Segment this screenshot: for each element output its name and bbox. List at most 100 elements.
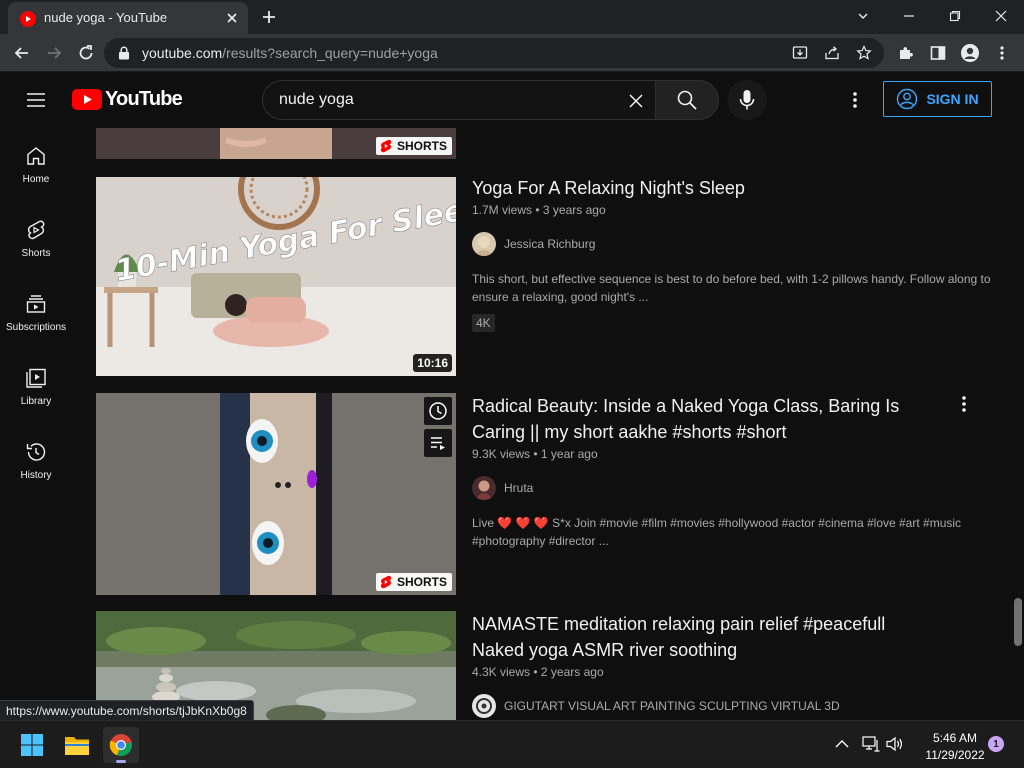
clock-icon <box>429 402 447 420</box>
duration-badge: 10:16 <box>413 354 452 372</box>
restore-icon[interactable] <box>932 0 978 32</box>
guide-item-library[interactable]: Library <box>0 350 72 424</box>
shorts-badge: SHORTS <box>375 573 452 591</box>
microphone-icon <box>739 90 755 110</box>
minimize-icon[interactable] <box>886 0 932 32</box>
channel-avatar[interactable] <box>472 694 496 718</box>
reload-icon[interactable] <box>74 41 98 65</box>
hamburger-menu-icon[interactable] <box>24 88 48 112</box>
history-icon <box>26 443 46 461</box>
guide-item-subscriptions[interactable]: Subscriptions <box>0 276 72 350</box>
shorts-badge-label: SHORTS <box>396 139 447 153</box>
show-hidden-icons-chevron-icon[interactable] <box>834 737 850 751</box>
video-title[interactable]: Radical Beauty: Inside a Naked Yoga Clas… <box>472 393 932 445</box>
search-query-text[interactable]: nude yoga <box>279 91 354 109</box>
windows-logo-icon <box>21 734 43 756</box>
extensions-puzzle-icon[interactable] <box>894 41 918 65</box>
chrome-taskbar-button[interactable] <box>103 727 139 763</box>
search-button[interactable] <box>655 80 719 120</box>
guide-item-history[interactable]: History <box>0 424 72 498</box>
queue-icon <box>431 437 445 450</box>
voice-search-button[interactable] <box>727 80 767 120</box>
network-icon[interactable] <box>862 736 880 752</box>
tab-search-chevron-icon[interactable] <box>840 0 886 32</box>
video-title[interactable]: Yoga For A Relaxing Night's Sleep <box>472 175 952 201</box>
view-count: 9.3K views <box>472 447 531 461</box>
video-meta: 9.3K views • 1 year ago <box>472 447 598 461</box>
shorts-icon <box>27 220 45 240</box>
mini-guide: Home Shorts Subscriptions Library Histor… <box>0 128 72 720</box>
settings-kebab-icon[interactable] <box>843 88 867 112</box>
video-thumbnail[interactable]: 10-Min Yoga For Sleep 10:16 <box>96 177 456 376</box>
install-app-icon[interactable] <box>792 45 808 61</box>
channel-name[interactable]: Hruta <box>504 481 533 495</box>
clear-search-icon[interactable] <box>625 90 647 112</box>
channel-avatar[interactable] <box>472 232 496 256</box>
channel-link[interactable]: Jessica Richburg <box>472 232 595 256</box>
file-explorer-button[interactable] <box>59 727 95 763</box>
close-window-icon[interactable] <box>978 0 1024 32</box>
watch-later-button[interactable] <box>424 397 452 425</box>
notification-count-badge[interactable]: 1 <box>988 736 1004 752</box>
new-tab-plus-icon[interactable] <box>260 8 278 26</box>
browser-menu-icon[interactable] <box>990 41 1014 65</box>
channel-name[interactable]: GIGUTART VISUAL ART PAINTING SCULPTING V… <box>504 699 840 713</box>
share-icon[interactable] <box>824 45 840 61</box>
video-thumbnail[interactable]: SHORTS <box>96 128 456 159</box>
scrollbar-thumb[interactable] <box>1014 598 1022 646</box>
youtube-logo-text: YouTube <box>105 88 183 110</box>
profile-avatar-icon[interactable] <box>958 41 982 65</box>
guide-label-history: History <box>20 470 52 481</box>
tab-title: nude yoga - YouTube <box>44 10 168 25</box>
youtube-favicon-icon <box>20 11 36 27</box>
bookmark-star-icon[interactable] <box>856 45 872 61</box>
channel-link[interactable]: GIGUTART VISUAL ART PAINTING SCULPTING V… <box>472 694 840 718</box>
side-panel-icon[interactable] <box>926 41 950 65</box>
thumbnail-image: 10-Min Yoga For Sleep <box>96 177 456 376</box>
back-arrow-icon[interactable] <box>10 41 34 65</box>
address-bar[interactable]: youtube.com/results?search_query=nude+yo… <box>104 38 884 68</box>
link-status-bubble: https://www.youtube.com/shorts/tjJbKnXb0… <box>0 700 254 720</box>
sign-in-button[interactable]: SIGN IN <box>883 81 992 117</box>
url-text: youtube.com/results?search_query=nude+yo… <box>142 45 438 61</box>
window-controls <box>840 0 1024 32</box>
thumbnail-image <box>96 393 456 595</box>
video-title[interactable]: NAMASTE meditation relaxing pain relief … <box>472 611 912 663</box>
browser-toolbar: youtube.com/results?search_query=nude+yo… <box>0 34 1024 72</box>
clock-date[interactable]: 11/29/2022 <box>912 748 998 762</box>
youtube-logo[interactable]: YouTube <box>72 88 183 111</box>
video-thumbnail[interactable]: SHORTS <box>96 393 456 595</box>
url-host: youtube.com <box>142 45 223 61</box>
clock-time[interactable]: 5:46 AM <box>920 731 990 745</box>
channel-link[interactable]: Hruta <box>472 476 533 500</box>
search-input[interactable]: nude yoga <box>262 80 656 120</box>
browser-tab[interactable]: nude yoga - YouTube <box>8 2 248 34</box>
channel-name[interactable]: Jessica Richburg <box>504 237 595 251</box>
guide-item-home[interactable]: Home <box>0 128 72 202</box>
search-icon <box>677 90 697 110</box>
upload-age: 1 year ago <box>540 447 598 461</box>
volume-icon[interactable] <box>886 736 904 752</box>
account-circle-icon <box>897 88 918 110</box>
library-icon <box>26 368 46 388</box>
view-count: 1.7M views <box>472 203 533 217</box>
folder-icon <box>65 737 89 755</box>
youtube-masthead: YouTube nude yoga <box>0 72 1024 128</box>
browser-tab-strip: nude yoga - YouTube <box>0 0 1024 34</box>
start-button[interactable] <box>14 727 50 763</box>
add-to-queue-button[interactable] <box>424 429 452 457</box>
tab-close-icon[interactable] <box>224 10 240 26</box>
channel-avatar[interactable] <box>472 476 496 500</box>
guide-item-shorts[interactable]: Shorts <box>0 202 72 276</box>
quality-badge: 4K <box>472 314 495 332</box>
sign-in-label: SIGN IN <box>926 91 979 107</box>
shorts-logo-icon <box>380 575 392 589</box>
video-action-menu-icon[interactable] <box>956 394 972 414</box>
lock-icon[interactable] <box>118 46 130 60</box>
guide-label-shorts: Shorts <box>21 248 51 259</box>
video-meta: 1.7M views • 3 years ago <box>472 203 606 217</box>
page-scrollbar[interactable] <box>1012 128 1024 720</box>
forward-arrow-icon[interactable] <box>42 41 66 65</box>
chrome-logo-icon <box>109 734 132 757</box>
shorts-badge-label: SHORTS <box>396 575 447 589</box>
